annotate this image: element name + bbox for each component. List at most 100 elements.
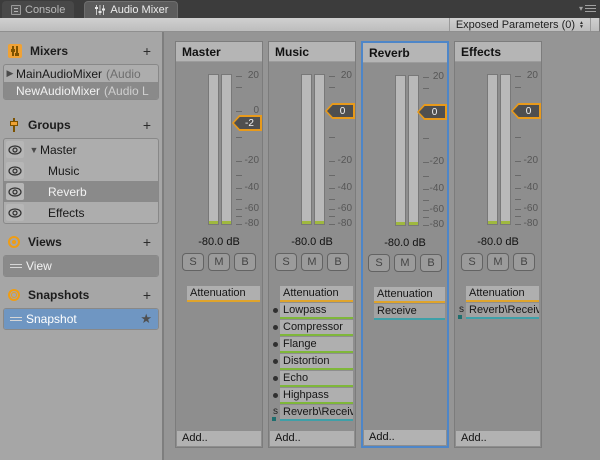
add-view-button[interactable]: + <box>140 235 154 249</box>
meter-tick-label: -20 <box>244 155 259 166</box>
meter-tick <box>423 200 429 201</box>
volume-fader-handle[interactable]: 0 <box>511 103 541 119</box>
bypass-button[interactable]: B <box>327 253 349 271</box>
wet-mix-toggle-icon[interactable] <box>273 342 278 347</box>
db-readout: -80.0 dB <box>384 237 426 249</box>
vu-level <box>222 221 231 224</box>
effect-slot-receive[interactable]: Receive <box>365 304 445 320</box>
mixer-toolbar: Exposed Parameters (0) ▲ ▼ <box>0 18 600 32</box>
mute-button[interactable]: M <box>301 253 323 271</box>
bypass-button[interactable]: B <box>420 254 442 272</box>
visibility-toggle[interactable] <box>6 141 24 158</box>
fader-value: 0 <box>327 105 353 117</box>
tab-audio-mixer[interactable]: Audio Mixer <box>84 1 179 18</box>
mute-button[interactable]: M <box>394 254 416 272</box>
volume-fader-handle[interactable]: -2 <box>232 115 262 131</box>
effect-label: Distortion <box>283 355 330 367</box>
snapshot-item[interactable]: Snapshot ★ <box>4 309 158 329</box>
add-snapshot-button[interactable]: + <box>140 288 154 302</box>
snapshot-name: Snapshot <box>26 312 77 326</box>
group-name: Music <box>48 163 80 178</box>
exposed-parameters-dropdown[interactable]: Exposed Parameters (0) ▲ ▼ <box>448 18 591 31</box>
effect-slot-attenuation[interactable]: Attenuation <box>178 286 260 302</box>
mixers-list: ▶ MainAudioMixer (Audio NewAudioMixer (A… <box>3 64 159 100</box>
foldout-arrow-icon[interactable]: ▼ <box>28 145 40 155</box>
add-effect-button[interactable]: Add.. <box>456 431 540 446</box>
effect-list: Attenuation Receive <box>363 287 447 320</box>
wet-mix-toggle-icon[interactable] <box>273 325 278 330</box>
group-item-effects[interactable]: Effects <box>4 202 158 223</box>
meter-tick <box>236 216 242 217</box>
visibility-toggle[interactable] <box>6 183 24 200</box>
eye-icon <box>8 165 22 176</box>
volume-fader-handle[interactable]: 0 <box>325 103 355 119</box>
wet-mix-toggle-icon[interactable] <box>273 308 278 313</box>
meter-tick <box>329 175 335 176</box>
strip-title: Reverb <box>363 43 447 63</box>
bypass-button[interactable]: B <box>234 253 256 271</box>
meter-tick-label: -60 <box>523 203 538 214</box>
solo-button[interactable]: S <box>182 253 204 271</box>
strip-reverb[interactable]: Reverb 0 200-20-40-60-80 -80.0 dB S M B <box>361 41 449 448</box>
strip-master[interactable]: Master -2 20 0 -20 -40 -60 -80 -80.0 dB S M B <box>175 41 263 448</box>
drag-handle-icon <box>10 262 22 270</box>
bypass-button[interactable]: B <box>513 253 535 271</box>
strip-music[interactable]: Music 0 200-20-40-60-80 -80.0 dB S M B <box>268 41 356 448</box>
wet-mix-toggle-icon[interactable] <box>273 393 278 398</box>
group-item-music[interactable]: Music <box>4 160 158 181</box>
fader-value: 0 <box>419 106 445 118</box>
vu-level <box>488 221 497 224</box>
vu-level <box>396 222 405 225</box>
smb-buttons: S M B <box>455 253 541 271</box>
visibility-toggle[interactable] <box>6 204 24 221</box>
solo-button[interactable]: S <box>275 253 297 271</box>
effect-label: Attenuation <box>377 288 433 300</box>
add-group-button[interactable]: + <box>140 118 154 132</box>
effect-slot-compressor[interactable]: Compressor <box>271 320 353 336</box>
foldout-arrow-icon[interactable]: ▶ <box>4 68 16 79</box>
mixer-item-mainaudiomixer[interactable]: ▶ MainAudioMixer (Audio <box>4 65 158 82</box>
add-effect-button[interactable]: Add.. <box>270 431 354 446</box>
mixer-type-suffix: (Audio L <box>104 83 149 98</box>
strip-title: Master <box>176 42 262 62</box>
group-item-reverb[interactable]: Reverb <box>4 181 158 202</box>
drag-handle-icon <box>10 315 22 323</box>
effect-slot-attenuation[interactable]: Attenuation <box>365 287 445 303</box>
solo-button[interactable]: S <box>368 254 390 272</box>
effect-slot-send-reverb-receive[interactable]: s Reverb\Receiv <box>271 405 353 421</box>
group-item-master[interactable]: ▼ Master <box>4 139 158 160</box>
strip-effects[interactable]: Effects 0 200-20-40-60-80 -80.0 dB S M B <box>454 41 542 448</box>
pane-menu-icon[interactable]: ▾ <box>579 3 596 14</box>
meter-tick-label: -60 <box>337 203 352 214</box>
meter-tick <box>515 137 521 138</box>
wet-mix-toggle-icon[interactable] <box>273 359 278 364</box>
add-effect-button[interactable]: Add.. <box>364 430 446 445</box>
effect-slot-highpass[interactable]: Highpass <box>271 388 353 404</box>
mute-button[interactable]: M <box>487 253 509 271</box>
wet-mix-toggle-icon[interactable] <box>273 376 278 381</box>
effect-slot-attenuation[interactable]: Attenuation <box>271 286 353 302</box>
add-mixer-button[interactable]: + <box>140 44 154 58</box>
effect-slot-flange[interactable]: Flange <box>271 337 353 353</box>
mute-button[interactable]: M <box>208 253 230 271</box>
effect-slot-send-reverb-receive[interactable]: s Reverb\Receiv <box>457 303 539 319</box>
mixer-item-newaudiomixer[interactable]: NewAudioMixer (Audio L <box>4 82 158 99</box>
view-item[interactable]: View <box>4 256 158 276</box>
add-effect-button[interactable]: Add.. <box>177 431 261 446</box>
group-name: Effects <box>48 205 85 220</box>
snapshots-icon <box>8 288 20 301</box>
solo-button[interactable]: S <box>461 253 483 271</box>
effect-slot-distortion[interactable]: Distortion <box>271 354 353 370</box>
volume-fader-handle[interactable]: 0 <box>417 104 447 120</box>
send-prefix: s <box>273 406 278 417</box>
meter-tick-label: -80 <box>429 219 444 230</box>
tab-console[interactable]: Console <box>2 1 75 18</box>
fader-value: 0 <box>513 105 539 117</box>
visibility-toggle[interactable] <box>6 162 24 179</box>
effect-slot-lowpass[interactable]: Lowpass <box>271 303 353 319</box>
vu-level <box>209 221 218 224</box>
start-snapshot-star-icon[interactable]: ★ <box>140 311 152 327</box>
effect-slot-echo[interactable]: Echo <box>271 371 353 387</box>
send-indicator-icon <box>458 315 462 319</box>
effect-slot-attenuation[interactable]: Attenuation <box>457 286 539 302</box>
